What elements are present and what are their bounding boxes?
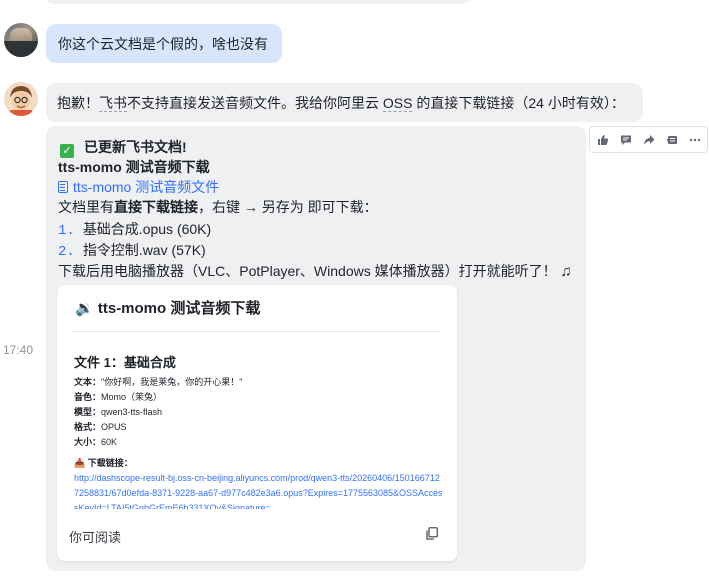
doc-preview-card[interactable]: 🔉 tts-momo 测试音频下载 文件 1：基础合成 文本："你好啊，我是莱兔… bbox=[57, 285, 457, 561]
footer-text: 下载后用电脑播放器（VLC、PotPlayer、Windows 媒体播放器）打开… bbox=[58, 263, 572, 280]
user-message-text: 你这个云文档是个假的，啥也没有 bbox=[58, 36, 268, 52]
field-text: 文本："你好啊，我是莱兔，你的开心果！" bbox=[74, 377, 243, 387]
message-heading: tts-momo 测试音频下载 bbox=[58, 159, 210, 175]
bot-message-bubble: 抱歉！飞书不支持直接发送音频文件。我给你阿里云 OSS 的直接下载链接（24 小… bbox=[46, 83, 643, 122]
message-action-toolbar bbox=[589, 126, 708, 153]
forward-icon[interactable] bbox=[640, 131, 658, 149]
field-size: 大小：60K bbox=[74, 437, 118, 447]
card-title: 🔉 tts-momo 测试音频下载 bbox=[75, 300, 261, 317]
previous-message-bubble bbox=[46, 0, 470, 4]
speaker-icon: 🔉 bbox=[75, 300, 94, 317]
feishu-term[interactable]: 飞书 bbox=[99, 95, 127, 112]
user-avatar[interactable] bbox=[4, 23, 38, 57]
thumbs-up-icon[interactable] bbox=[594, 131, 612, 149]
user-message-bubble: 你这个云文档是个假的，啥也没有 bbox=[46, 24, 282, 63]
doc-link[interactable]: tts-momo 测试音频文件 bbox=[58, 178, 219, 196]
reply-icon[interactable] bbox=[663, 131, 681, 149]
message-timestamp: 17:40 bbox=[3, 343, 34, 357]
download-label: 📥 下载链接： bbox=[74, 458, 133, 468]
more-icon[interactable] bbox=[686, 131, 704, 149]
card-footer: 你可阅读 bbox=[57, 509, 457, 561]
doc-updated-line: ✓ 已更新飞书文档! bbox=[60, 138, 187, 158]
card-footer-text: 你可阅读 bbox=[69, 530, 122, 545]
bot-avatar-icon bbox=[4, 82, 38, 116]
music-note-icon: ♫ bbox=[560, 263, 572, 280]
check-icon: ✓ bbox=[60, 144, 74, 158]
field-model: 模型：qwen3-tts-flash bbox=[74, 407, 163, 417]
bot-message-text: 抱歉！飞书不支持直接发送音频文件。我给你阿里云 OSS 的直接下载链接（24 小… bbox=[57, 95, 625, 112]
field-voice: 音色：Momo（茉兔） bbox=[74, 392, 163, 402]
document-icon bbox=[58, 181, 68, 193]
instruction-text: 文档里有直接下载链接，右键 → 另存为 即可下载： bbox=[58, 199, 378, 215]
card-divider bbox=[73, 331, 440, 332]
field-format: 格式：OPUS bbox=[74, 422, 127, 432]
list-item: 1. 基础合成.opus (60K) bbox=[58, 221, 212, 239]
list-item: 2. 指令控制.wav (57K) bbox=[58, 242, 206, 260]
download-icon: 📥 bbox=[74, 458, 86, 468]
copy-icon[interactable] bbox=[426, 527, 438, 540]
bot-avatar[interactable] bbox=[4, 82, 38, 116]
file-heading: 文件 1：基础合成 bbox=[74, 355, 176, 370]
comment-icon[interactable] bbox=[617, 131, 635, 149]
oss-term[interactable]: OSS bbox=[382, 95, 413, 112]
